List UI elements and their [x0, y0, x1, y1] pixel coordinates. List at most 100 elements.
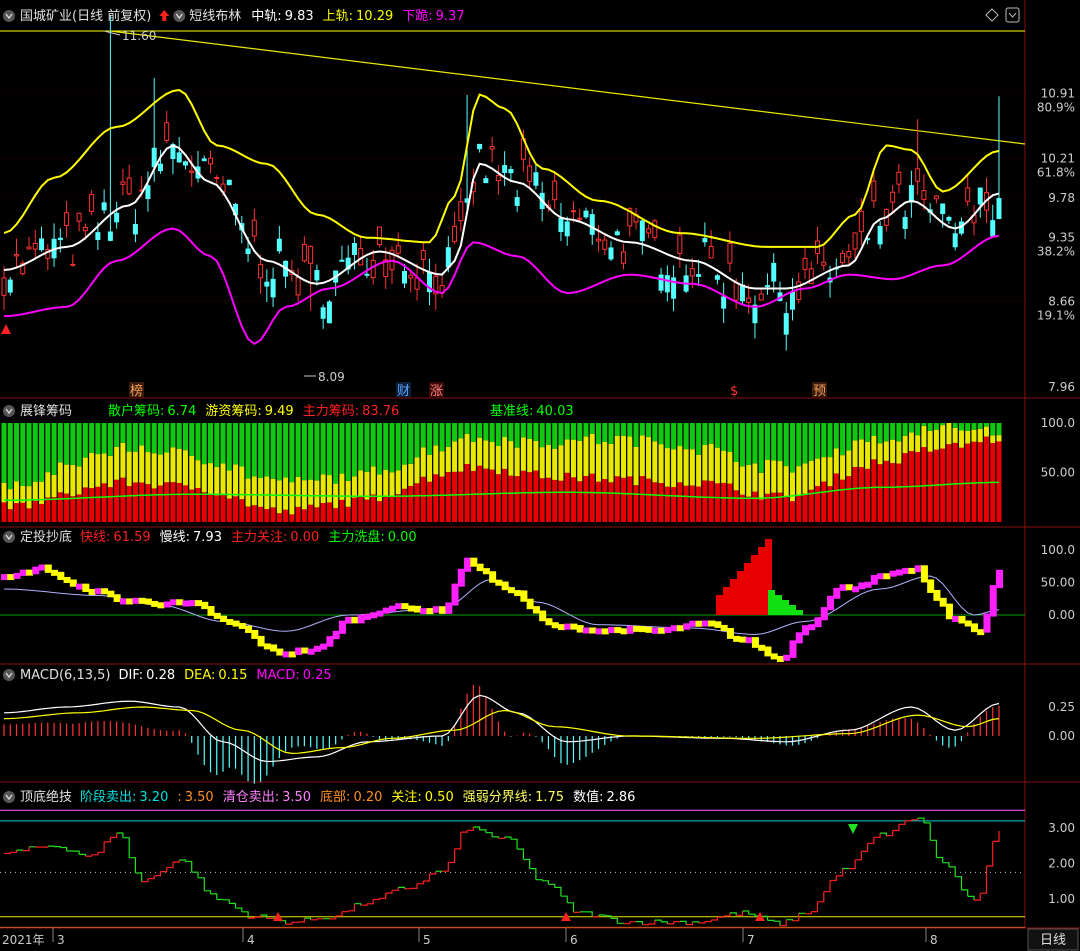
fast-line-step	[883, 573, 891, 580]
chip-main-bar	[502, 468, 508, 522]
candle-up	[577, 217, 583, 220]
washout-bar	[768, 590, 775, 615]
fast-line-step	[101, 588, 109, 595]
candle-down	[276, 238, 282, 252]
chip-hot-bar	[283, 477, 289, 510]
chip-retail-bar	[652, 423, 658, 442]
chip-hot-bar	[76, 466, 82, 495]
chip-hot-bar	[376, 474, 382, 502]
chip-main-bar	[14, 503, 20, 522]
chip-main-bar	[245, 506, 251, 522]
fast-line-step	[313, 645, 321, 652]
chip-hot-bar	[702, 445, 708, 481]
chip-retail-bar	[608, 423, 614, 444]
chip-retail-bar	[808, 423, 814, 461]
candle-down	[264, 281, 270, 287]
fast-line-step	[57, 571, 65, 580]
chip-retail-bar	[558, 423, 564, 446]
candle-up	[120, 181, 126, 185]
candle-up	[70, 263, 76, 266]
candle-up	[602, 239, 608, 250]
chip-main-bar	[627, 476, 633, 522]
legend-label: 阶段卖出:	[80, 790, 136, 805]
chip-retail-bar	[833, 423, 839, 449]
chip-main-bar	[714, 483, 720, 522]
fast-line-step	[414, 605, 422, 613]
chip-hot-bar	[658, 444, 664, 484]
chip-hot-bar	[589, 433, 595, 474]
fast-line-step	[207, 606, 215, 616]
candle-down	[908, 185, 914, 203]
chip-main-bar	[865, 468, 871, 522]
chip-main-bar	[852, 466, 858, 522]
candle-up	[746, 297, 752, 303]
chip-hot-bar	[739, 466, 745, 495]
collapse-toggle-icon[interactable]	[3, 669, 15, 681]
candle-up	[295, 276, 301, 296]
chip-main-bar	[433, 474, 439, 522]
candle-down	[477, 143, 483, 150]
candle-up	[646, 228, 652, 234]
legend-label: 下跪:	[402, 9, 432, 24]
legend-value: 3.50	[282, 790, 311, 805]
candle-down	[402, 271, 408, 284]
fast-line-step	[977, 629, 985, 636]
chip-main-bar	[126, 486, 132, 522]
dingtou-axis-label: 0.00	[1048, 608, 1075, 622]
chip-retail-bar	[20, 423, 26, 486]
chip-retail-bar	[927, 423, 933, 431]
fast-line-step	[739, 636, 747, 643]
fast-line-step	[877, 573, 885, 580]
time-axis-label: 7	[747, 933, 755, 947]
fast-line-step	[26, 569, 34, 576]
chip-retail-bar	[821, 423, 827, 458]
chip-retail-bar	[383, 423, 389, 470]
chip-hot-bar	[351, 476, 357, 498]
chip-retail-bar	[233, 423, 239, 465]
candle-down	[664, 275, 670, 293]
fast-line-step	[601, 628, 609, 635]
chip-retail-bar	[283, 423, 289, 478]
collapse-toggle-icon[interactable]	[3, 791, 15, 803]
candle-up	[495, 175, 501, 182]
chip-main-bar	[214, 495, 220, 522]
collapse-toggle-icon[interactable]	[3, 10, 15, 22]
candle-up	[214, 177, 220, 180]
chip-retail-bar	[245, 423, 251, 479]
chip-retail-bar	[308, 423, 314, 480]
chip-main-bar	[602, 479, 608, 522]
chip-retail-bar	[164, 423, 170, 453]
candle-up	[896, 171, 902, 185]
candle-down	[877, 225, 883, 245]
chip-hot-bar	[827, 457, 833, 487]
chip-main-bar	[533, 470, 539, 522]
chip-main-bar	[952, 442, 958, 522]
chip-main-bar	[276, 513, 282, 522]
fast-line-step	[958, 616, 966, 624]
legend-value: 9.49	[265, 404, 294, 419]
chip-main-bar	[946, 444, 952, 522]
fast-line-step	[245, 625, 253, 633]
collapse-toggle-icon[interactable]	[3, 405, 15, 417]
chip-retail-bar	[983, 423, 989, 427]
dingdi-axis-label: 3.00	[1048, 821, 1075, 835]
fast-line-step	[726, 627, 734, 639]
chip-hot-bar	[220, 463, 226, 496]
chip-hot-bar	[82, 457, 88, 488]
fast-line-step	[382, 607, 390, 614]
chip-retail-bar	[840, 423, 846, 456]
collapse-toggle-icon[interactable]	[3, 531, 15, 543]
fast-line-step	[426, 608, 434, 615]
fast-line-step	[420, 608, 428, 615]
chip-hot-bar	[652, 441, 658, 483]
stock-chart[interactable]: 11.60 8.09 榜 财 涨 $ 预 10.9180.9% 10.2161.8% 9.78 9.…	[0, 0, 1080, 951]
fast-line-step	[351, 616, 359, 624]
chip-hot-bar	[514, 447, 520, 477]
chip-retail-bar	[958, 423, 964, 431]
chip-main-bar	[608, 482, 614, 522]
candle-down	[702, 238, 708, 243]
chip-hot-bar	[865, 441, 871, 469]
fast-line-step	[595, 628, 603, 635]
chip-retail-bar	[145, 423, 151, 453]
dingtou-axis-label: 50.00	[1041, 576, 1075, 590]
